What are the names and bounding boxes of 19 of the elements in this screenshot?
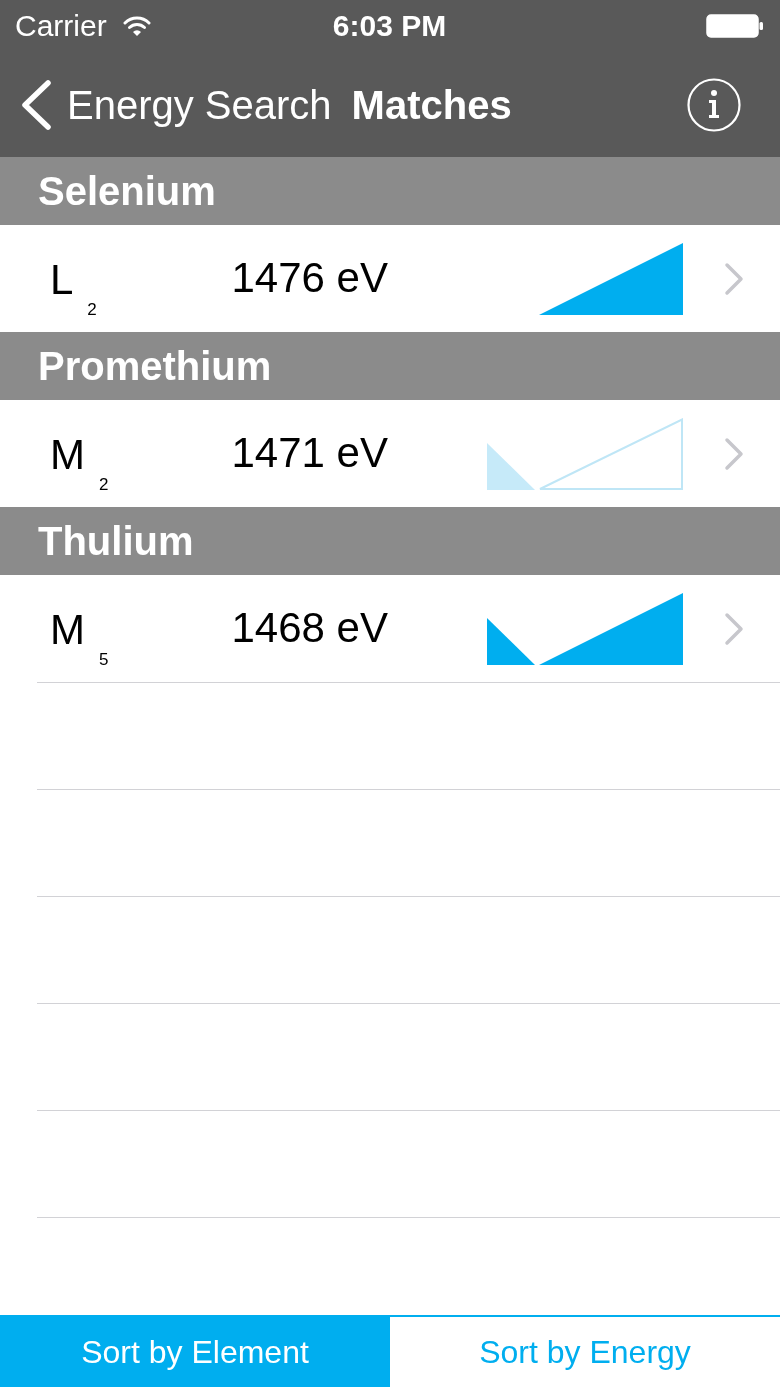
energy-value: 1471 eV — [231, 429, 388, 478]
back-button[interactable]: Energy Search — [20, 79, 332, 130]
wifi-icon — [122, 15, 151, 37]
chevron-right-icon — [724, 261, 744, 296]
chevron-right-icon — [724, 436, 744, 471]
chevron-right-icon — [724, 611, 744, 646]
info-button[interactable] — [687, 77, 741, 132]
energy-value: 1476 eV — [231, 254, 388, 303]
sort-tab[interactable]: Sort by Element — [0, 1315, 390, 1387]
battery-icon — [706, 14, 764, 38]
energy-value: 1468 eV — [231, 604, 388, 653]
info-icon — [687, 77, 741, 132]
element-name: Thulium — [38, 518, 194, 564]
chevron-left-icon — [20, 79, 52, 130]
nav-title: Matches — [351, 81, 512, 128]
status-time: 6:03 PM — [332, 11, 447, 41]
element-name: Selenium — [38, 168, 216, 214]
element-name: Promethium — [38, 343, 272, 389]
carrier-name: Carrier — [15, 11, 107, 41]
